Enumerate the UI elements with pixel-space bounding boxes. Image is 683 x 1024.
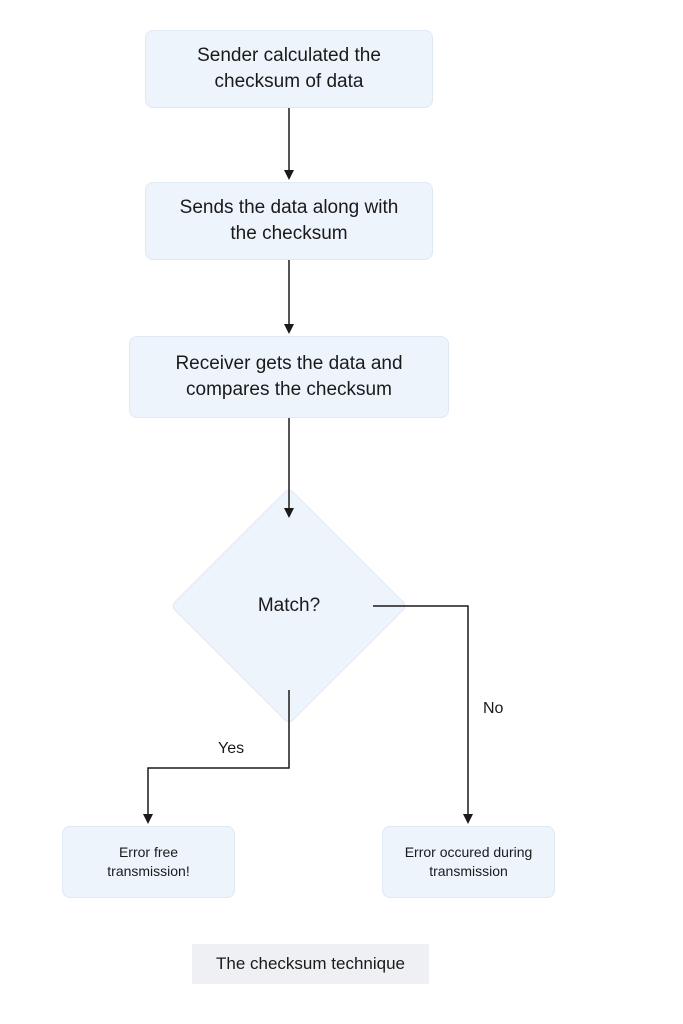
diagram-caption: The checksum technique <box>192 944 429 984</box>
diagram-caption-text: The checksum technique <box>216 954 405 973</box>
process-step-2: Sends the data along with the checksum <box>145 182 433 260</box>
result-yes-text: Error free transmission! <box>77 843 220 881</box>
process-step-3: Receiver gets the data and compares the … <box>129 336 449 418</box>
process-step-1-text: Sender calculated the checksum of data <box>166 43 412 94</box>
decision-label: Match? <box>205 522 373 690</box>
result-yes: Error free transmission! <box>62 826 235 898</box>
edge-label-no: No <box>483 700 503 718</box>
result-no-text: Error occured during transmission <box>397 843 540 881</box>
process-step-3-text: Receiver gets the data and compares the … <box>150 351 428 402</box>
decision-node: Match? <box>205 522 373 690</box>
process-step-2-text: Sends the data along with the checksum <box>166 195 412 246</box>
edge-label-yes: Yes <box>218 740 244 758</box>
result-no: Error occured during transmission <box>382 826 555 898</box>
process-step-1: Sender calculated the checksum of data <box>145 30 433 108</box>
